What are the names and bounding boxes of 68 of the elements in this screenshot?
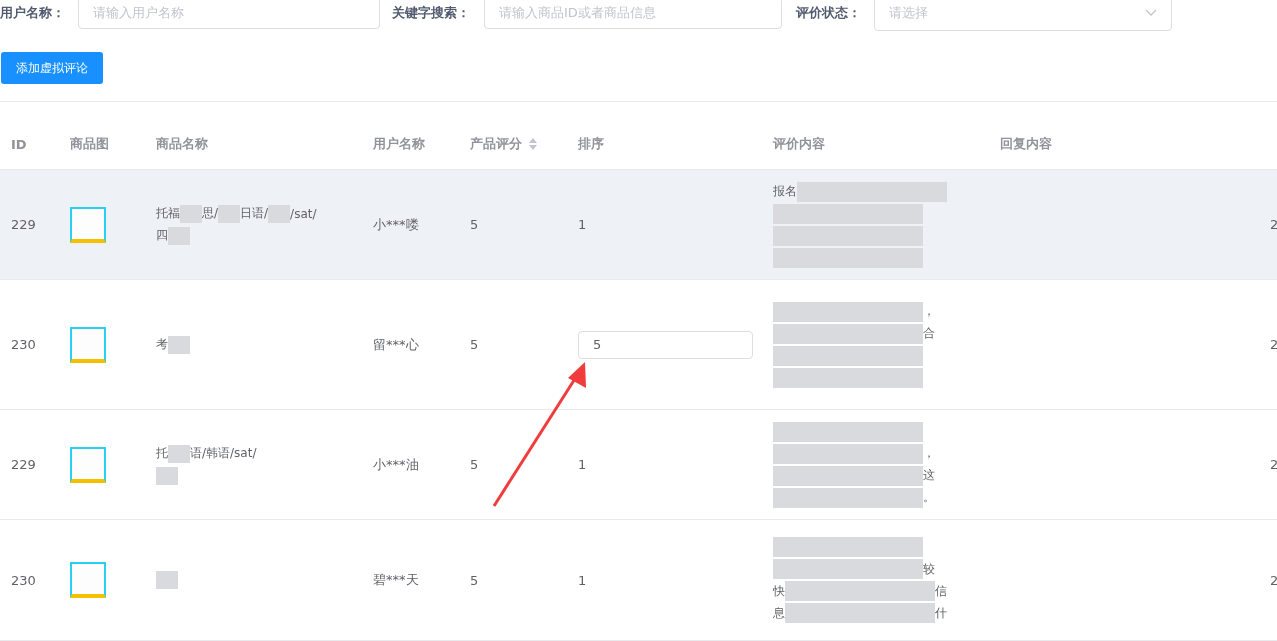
filter-label: 用户名称： <box>0 4 66 22</box>
review-text: 息 <box>773 604 785 622</box>
sort-cell: 1 <box>578 572 587 588</box>
review-text: 报名 <box>773 183 797 200</box>
column-header: 回复内容 <box>999 135 1053 153</box>
review-text: 快 <box>773 582 785 600</box>
id-cell: 229 <box>11 217 36 232</box>
column-header: 商品图 <box>69 135 110 153</box>
table-cell: 2 <box>1270 457 1277 472</box>
user-name-cell: 小***油 <box>373 455 419 474</box>
sort-cell: 1 <box>578 217 587 232</box>
status-select[interactable]: 请选择 <box>874 0 1172 31</box>
product-image-placeholder <box>70 206 106 243</box>
pixelated-block <box>180 204 202 223</box>
product-name-text: 四 <box>156 227 168 244</box>
product-name-text: 托 <box>156 445 168 462</box>
product-image-placeholder <box>70 326 106 363</box>
add-virtual-review-button[interactable]: 添加虚拟评论 <box>1 52 103 84</box>
table-cell: 2 <box>1270 217 1277 232</box>
product-name-text: 考 <box>156 336 168 353</box>
input-field[interactable]: 请输入用户名称 <box>78 0 380 29</box>
review-text: 合 <box>923 325 935 342</box>
sort-icon[interactable] <box>528 137 538 151</box>
pixelated-block <box>156 571 178 589</box>
pixelated-block <box>168 444 190 463</box>
id-cell: 230 <box>11 572 36 588</box>
score-cell: 5 <box>470 572 479 588</box>
table-cell: 2 <box>1270 337 1277 352</box>
pixelated-block <box>168 226 190 245</box>
review-text: 较 <box>923 560 935 578</box>
pixelated-block <box>156 466 178 485</box>
filter-label: 评价状态： <box>796 4 862 22</box>
table-cell: 2 <box>1270 572 1277 588</box>
column-header: 评价内容 <box>772 135 826 153</box>
review-text: 信 <box>935 582 947 600</box>
column-header: 商品名称 <box>155 135 209 153</box>
id-cell: 229 <box>11 457 36 472</box>
filter-label: 关键字搜索： <box>392 4 471 22</box>
review-text: 什 <box>935 604 947 622</box>
product-name-text: 思/ <box>202 205 219 222</box>
column-header: 用户名称 <box>372 135 426 153</box>
review-text: 这 <box>923 467 935 484</box>
input-field[interactable]: 请输入商品ID或者商品信息 <box>484 0 782 29</box>
score-cell: 5 <box>470 217 479 232</box>
column-header: 排序 <box>577 135 605 153</box>
score-cell: 5 <box>470 337 479 352</box>
user-name-cell: 碧***天 <box>373 571 419 589</box>
pixelated-block <box>168 335 190 354</box>
review-text: ， <box>923 445 935 462</box>
user-name-cell: 留***心 <box>373 335 419 354</box>
score-cell: 5 <box>470 457 479 472</box>
user-name-cell: 小***喽 <box>373 215 419 234</box>
review-text: ， <box>923 303 935 320</box>
sort-input-field[interactable]: 5 <box>578 330 753 359</box>
product-name-text: 语/韩语/sat/ <box>190 445 257 462</box>
product-name-text: 日语/ <box>240 205 269 222</box>
review-text: 。 <box>923 489 935 506</box>
column-header: ID <box>10 135 28 154</box>
id-cell: 230 <box>11 337 36 352</box>
column-header[interactable]: 产品评分 <box>459 119 567 169</box>
product-name-text: /sat/ <box>290 206 317 221</box>
pixelated-block <box>268 204 291 223</box>
sort-cell: 1 <box>578 457 587 472</box>
product-image-placeholder <box>70 446 106 483</box>
pixelated-block <box>218 204 241 223</box>
chevron-down-icon <box>1145 9 1157 17</box>
product-image-placeholder <box>70 562 106 598</box>
product-name-text: 托福 <box>156 205 180 222</box>
